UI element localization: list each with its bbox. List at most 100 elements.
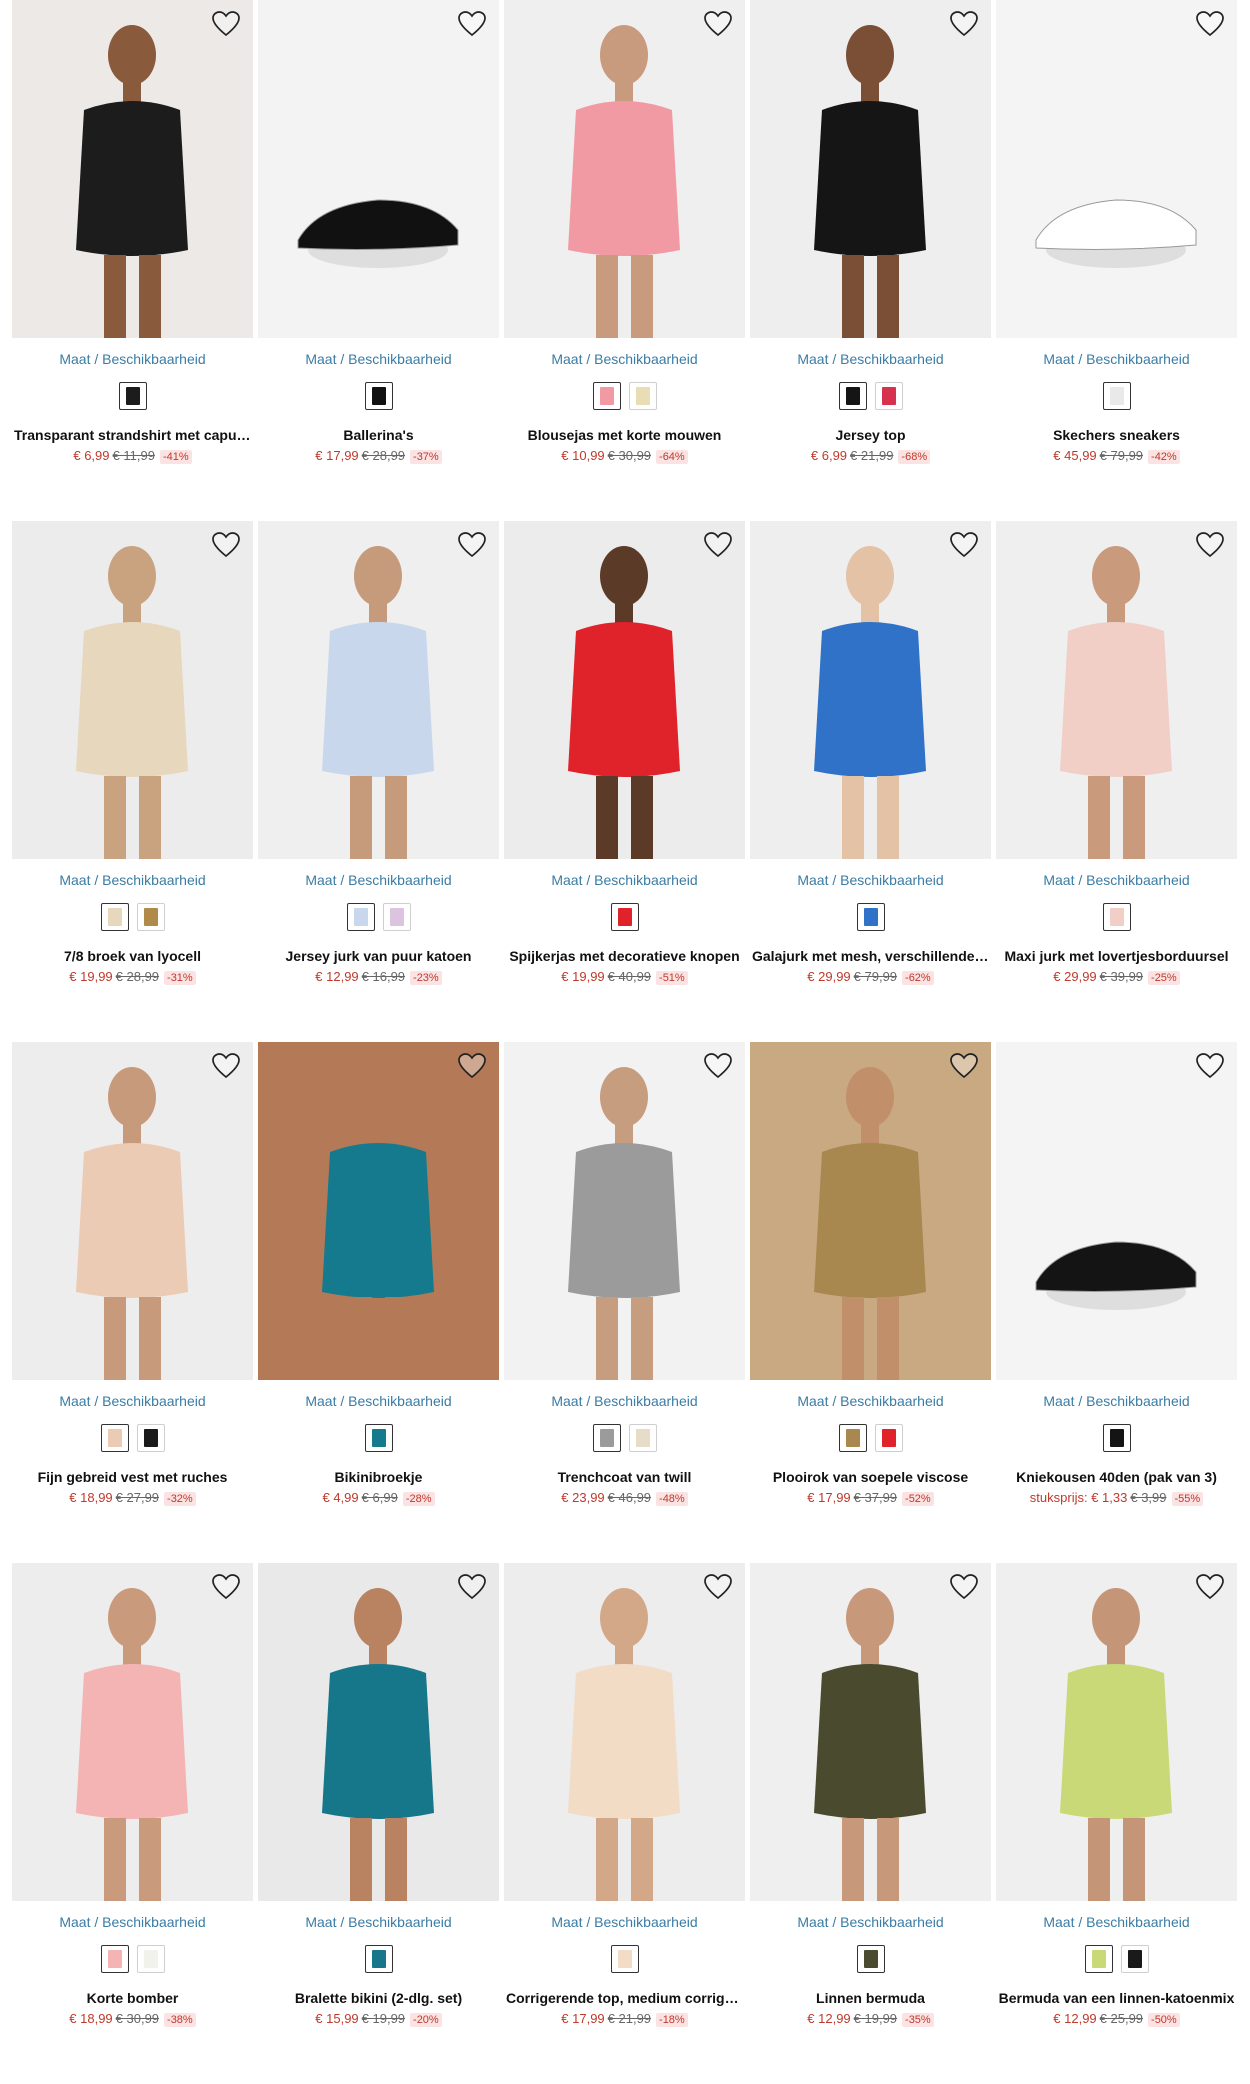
product-title[interactable]: Bralette bikini (2-dlg. set) — [258, 1989, 499, 2007]
color-swatch[interactable] — [100, 1424, 129, 1452]
product-image[interactable] — [258, 1563, 499, 1901]
size-availability-link[interactable]: Maat / Beschikbaarheid — [504, 350, 745, 368]
product-card[interactable]: Maat / Beschikbaarheid Transparant stran… — [12, 0, 253, 521]
product-title[interactable]: Skechers sneakers — [996, 426, 1237, 444]
product-image[interactable] — [258, 521, 499, 859]
color-swatch[interactable] — [1102, 1424, 1131, 1452]
product-image[interactable] — [504, 1042, 745, 1380]
product-card[interactable]: Maat / Beschikbaarheid Spijkerjas met de… — [504, 521, 745, 1042]
product-title[interactable]: Bikinibroekje — [258, 1468, 499, 1486]
color-swatch[interactable] — [610, 903, 639, 931]
product-title[interactable]: Trenchcoat van twill — [504, 1468, 745, 1486]
product-card[interactable]: Maat / Beschikbaarheid Bralette bikini (… — [258, 1563, 499, 2084]
size-availability-link[interactable]: Maat / Beschikbaarheid — [258, 1913, 499, 1931]
color-swatch[interactable] — [100, 903, 129, 931]
color-swatch[interactable] — [1084, 1945, 1113, 1973]
color-swatch[interactable] — [592, 1424, 621, 1452]
size-availability-link[interactable]: Maat / Beschikbaarheid — [504, 1913, 745, 1931]
product-card[interactable]: Maat / Beschikbaarheid Bermuda van een l… — [996, 1563, 1237, 2084]
wishlist-heart-icon[interactable] — [703, 10, 733, 38]
product-image[interactable] — [12, 1563, 253, 1901]
wishlist-heart-icon[interactable] — [457, 10, 487, 38]
product-title[interactable]: Spijkerjas met decoratieve knopen — [504, 947, 745, 965]
wishlist-heart-icon[interactable] — [457, 1052, 487, 1080]
product-title[interactable]: Bermuda van een linnen-katoenmix — [996, 1989, 1237, 2007]
color-swatch[interactable] — [856, 1945, 885, 1973]
color-swatch[interactable] — [874, 1424, 903, 1452]
color-swatch[interactable] — [856, 903, 885, 931]
product-card[interactable]: Maat / Beschikbaarheid Bikinibroekje € 4… — [258, 1042, 499, 1563]
product-image[interactable] — [258, 1042, 499, 1380]
wishlist-heart-icon[interactable] — [949, 1573, 979, 1601]
color-swatch[interactable] — [100, 1945, 129, 1973]
product-image[interactable] — [750, 521, 991, 859]
wishlist-heart-icon[interactable] — [949, 531, 979, 559]
size-availability-link[interactable]: Maat / Beschikbaarheid — [996, 871, 1237, 889]
product-title[interactable]: Blousejas met korte mouwen — [504, 426, 745, 444]
product-card[interactable]: Maat / Beschikbaarheid Jersey top € 6,99… — [750, 0, 991, 521]
product-card[interactable]: Maat / Beschikbaarheid Korte bomber € 18… — [12, 1563, 253, 2084]
product-image[interactable] — [12, 521, 253, 859]
product-image[interactable] — [12, 0, 253, 338]
color-swatch[interactable] — [1102, 382, 1131, 410]
product-title[interactable]: Korte bomber — [12, 1989, 253, 2007]
product-card[interactable]: Maat / Beschikbaarheid Ballerina's € 17,… — [258, 0, 499, 521]
color-swatch[interactable] — [592, 382, 621, 410]
product-card[interactable]: Maat / Beschikbaarheid Corrigerende top,… — [504, 1563, 745, 2084]
product-title[interactable]: Ballerina's — [258, 426, 499, 444]
wishlist-heart-icon[interactable] — [211, 531, 241, 559]
color-swatch[interactable] — [118, 382, 147, 410]
wishlist-heart-icon[interactable] — [949, 1052, 979, 1080]
product-title[interactable]: 7/8 broek van lyocell — [12, 947, 253, 965]
color-swatch[interactable] — [136, 1424, 165, 1452]
product-card[interactable]: Maat / Beschikbaarheid Plooirok van soep… — [750, 1042, 991, 1563]
wishlist-heart-icon[interactable] — [211, 1052, 241, 1080]
size-availability-link[interactable]: Maat / Beschikbaarheid — [996, 350, 1237, 368]
product-image[interactable] — [750, 1042, 991, 1380]
product-card[interactable]: Maat / Beschikbaarheid Maxi jurk met lov… — [996, 521, 1237, 1042]
product-title[interactable]: Jersey jurk van puur katoen — [258, 947, 499, 965]
product-card[interactable]: Maat / Beschikbaarheid Jersey jurk van p… — [258, 521, 499, 1042]
product-title[interactable]: Kniekousen 40den (pak van 3) — [996, 1468, 1237, 1486]
product-card[interactable]: Maat / Beschikbaarheid Blousejas met kor… — [504, 0, 745, 521]
product-image[interactable] — [996, 0, 1237, 338]
product-title[interactable]: Jersey top — [750, 426, 991, 444]
product-image[interactable] — [996, 521, 1237, 859]
product-title[interactable]: Plooirok van soepele viscose — [750, 1468, 991, 1486]
color-swatch[interactable] — [610, 1945, 639, 1973]
wishlist-heart-icon[interactable] — [703, 1052, 733, 1080]
color-swatch[interactable] — [364, 382, 393, 410]
wishlist-heart-icon[interactable] — [1195, 10, 1225, 38]
color-swatch[interactable] — [1102, 903, 1131, 931]
color-swatch[interactable] — [382, 903, 411, 931]
size-availability-link[interactable]: Maat / Beschikbaarheid — [504, 1392, 745, 1410]
color-swatch[interactable] — [364, 1945, 393, 1973]
color-swatch[interactable] — [346, 903, 375, 931]
product-title[interactable]: Galajurk met mesh, verschillende draagwi… — [750, 947, 991, 965]
color-swatch[interactable] — [628, 382, 657, 410]
wishlist-heart-icon[interactable] — [211, 10, 241, 38]
product-image[interactable] — [750, 1563, 991, 1901]
wishlist-heart-icon[interactable] — [457, 1573, 487, 1601]
product-card[interactable]: Maat / Beschikbaarheid Fijn gebreid vest… — [12, 1042, 253, 1563]
product-card[interactable]: Maat / Beschikbaarheid 7/8 broek van lyo… — [12, 521, 253, 1042]
color-swatch[interactable] — [136, 903, 165, 931]
product-title[interactable]: Transparant strandshirt met capuchon — [12, 426, 253, 444]
product-image[interactable] — [504, 1563, 745, 1901]
product-card[interactable]: Maat / Beschikbaarheid Kniekousen 40den … — [996, 1042, 1237, 1563]
size-availability-link[interactable]: Maat / Beschikbaarheid — [750, 1392, 991, 1410]
size-availability-link[interactable]: Maat / Beschikbaarheid — [750, 350, 991, 368]
color-swatch[interactable] — [364, 1424, 393, 1452]
size-availability-link[interactable]: Maat / Beschikbaarheid — [12, 1913, 253, 1931]
size-availability-link[interactable]: Maat / Beschikbaarheid — [996, 1392, 1237, 1410]
color-swatch[interactable] — [874, 382, 903, 410]
wishlist-heart-icon[interactable] — [211, 1573, 241, 1601]
wishlist-heart-icon[interactable] — [703, 531, 733, 559]
product-image[interactable] — [996, 1042, 1237, 1380]
size-availability-link[interactable]: Maat / Beschikbaarheid — [258, 350, 499, 368]
size-availability-link[interactable]: Maat / Beschikbaarheid — [258, 871, 499, 889]
product-image[interactable] — [504, 0, 745, 338]
size-availability-link[interactable]: Maat / Beschikbaarheid — [12, 350, 253, 368]
product-image[interactable] — [258, 0, 499, 338]
product-card[interactable]: Maat / Beschikbaarheid Skechers sneakers… — [996, 0, 1237, 521]
